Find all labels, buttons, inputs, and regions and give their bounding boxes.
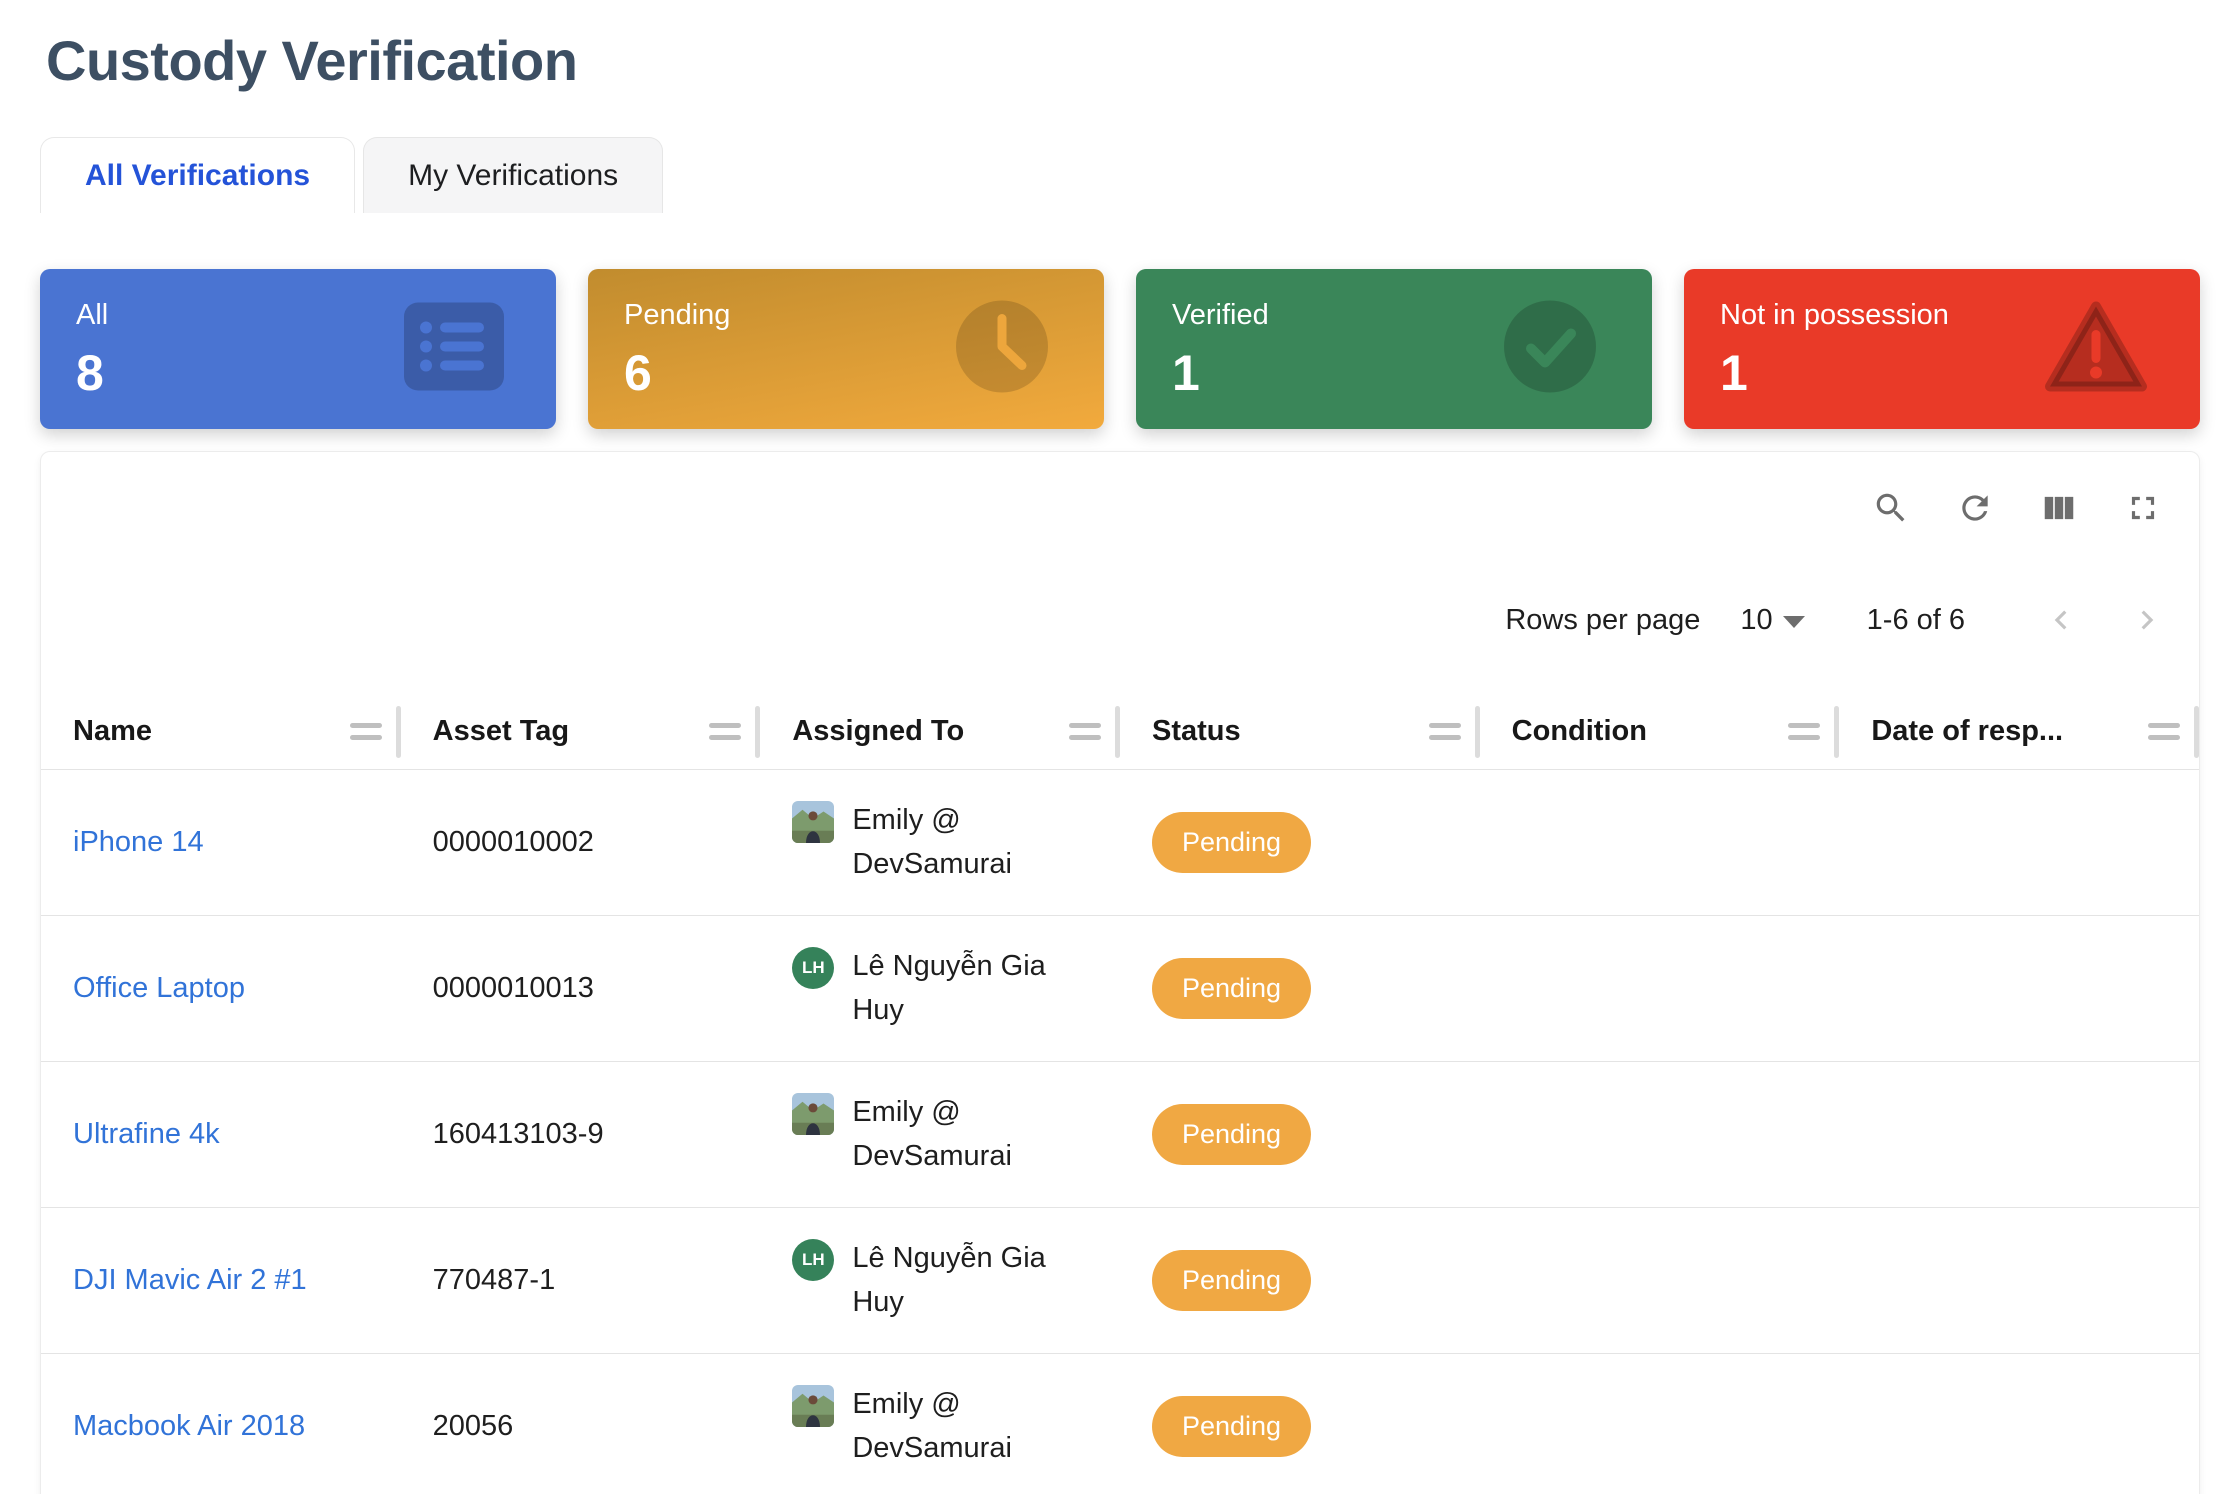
photo-avatar xyxy=(792,1385,834,1427)
column-header: Name xyxy=(41,694,401,769)
table-toolbar xyxy=(41,452,2199,528)
list-icon xyxy=(404,303,504,396)
asset-tag-cell: 770487-1 xyxy=(401,1264,761,1297)
column-header: Asset Tag xyxy=(401,694,761,769)
stat-card-pending[interactable]: Pending 6 xyxy=(588,269,1104,429)
asset-name-link[interactable]: Office Laptop xyxy=(73,972,245,1004)
column-header-label: Assigned To xyxy=(792,715,964,748)
custody-verification-page: Custody Verification All Verifications M… xyxy=(0,28,2240,1494)
column-header-label: Status xyxy=(1152,715,1241,748)
status-badge: Pending xyxy=(1152,1396,1311,1457)
pager-controls xyxy=(2041,600,2167,640)
fullscreen-icon[interactable] xyxy=(2123,488,2163,528)
column-header-label: Name xyxy=(73,715,152,748)
stat-card-all[interactable]: All 8 xyxy=(40,269,556,429)
column-header-label: Asset Tag xyxy=(433,715,569,748)
asset-name-link[interactable]: Macbook Air 2018 xyxy=(73,1410,305,1442)
status-badge: Pending xyxy=(1152,1250,1311,1311)
photo-avatar xyxy=(792,801,834,843)
asset-name-link[interactable]: Ultrafine 4k xyxy=(73,1118,220,1150)
warning-icon xyxy=(2044,301,2148,398)
status-cell: Pending xyxy=(1120,812,1480,873)
column-header: Date of resp... xyxy=(1839,694,2199,769)
name-cell: iPhone 14 xyxy=(41,826,401,859)
assigned-to-cell: Emily @ DevSamurai xyxy=(760,1091,1120,1178)
clock-icon xyxy=(952,297,1052,402)
check-icon xyxy=(1500,297,1600,402)
assigned-to-name: Lê Nguyễn Gia Huy xyxy=(852,1237,1057,1324)
initials-avatar: LH xyxy=(792,1239,834,1281)
pagination-range: 1-6 of 6 xyxy=(1867,604,1965,637)
name-cell: Ultrafine 4k xyxy=(41,1118,401,1151)
asset-name-link[interactable]: DJI Mavic Air 2 #1 xyxy=(73,1264,307,1296)
assigned-to-name: Emily @ DevSamurai xyxy=(852,1091,1057,1178)
verification-table-panel: Rows per page 10 1-6 of 6 Name Asset T xyxy=(40,451,2200,1494)
tab-my-verifications-label: My Verifications xyxy=(408,159,618,193)
rows-per-page-label: Rows per page xyxy=(1505,604,1700,637)
asset-name-link[interactable]: iPhone 14 xyxy=(73,826,204,858)
asset-tag-cell: 160413103-9 xyxy=(401,1118,761,1151)
status-badge: Pending xyxy=(1152,958,1311,1019)
tab-all-verifications[interactable]: All Verifications xyxy=(40,137,355,213)
table-row: Office Laptop 0000010013 LH Lê Nguyễn Gi… xyxy=(41,916,2199,1062)
assigned-to-cell: Emily @ DevSamurai xyxy=(760,799,1120,886)
name-cell: Office Laptop xyxy=(41,972,401,1005)
column-header: Assigned To xyxy=(760,694,1120,769)
page-title: Custody Verification xyxy=(46,28,2200,93)
assigned-to-cell: LH Lê Nguyễn Gia Huy xyxy=(760,1237,1120,1324)
status-badge: Pending xyxy=(1152,812,1311,873)
name-cell: Macbook Air 2018 xyxy=(41,1410,401,1443)
assigned-to-cell: Emily @ DevSamurai xyxy=(760,1383,1120,1470)
stat-cards: All 8 Pending 6 Verified xyxy=(40,269,2200,429)
stat-card-not-in-possession[interactable]: Not in possession 1 xyxy=(1684,269,2200,429)
initials-avatar: LH xyxy=(792,947,834,989)
previous-page-button[interactable] xyxy=(2041,600,2081,640)
stat-card-verified[interactable]: Verified 1 xyxy=(1136,269,1652,429)
tab-my-verifications[interactable]: My Verifications xyxy=(363,137,663,213)
table-row: DJI Mavic Air 2 #1 770487-1 LH Lê Nguyễn… xyxy=(41,1208,2199,1354)
table-row: Ultrafine 4k 160413103-9 Emily @ DevSamu… xyxy=(41,1062,2199,1208)
assigned-to-cell: LH Lê Nguyễn Gia Huy xyxy=(760,945,1120,1032)
column-header: Status xyxy=(1120,694,1480,769)
view-columns-icon[interactable] xyxy=(2039,488,2079,528)
column-drag-handle-icon[interactable] xyxy=(1429,723,1461,740)
chevron-down-icon xyxy=(1783,616,1805,628)
column-header: Condition xyxy=(1480,694,1840,769)
tab-all-verifications-label: All Verifications xyxy=(85,159,310,193)
next-page-button[interactable] xyxy=(2127,600,2167,640)
assigned-to-name: Lê Nguyễn Gia Huy xyxy=(852,945,1057,1032)
photo-avatar xyxy=(792,1093,834,1135)
column-drag-handle-icon[interactable] xyxy=(1788,723,1820,740)
status-cell: Pending xyxy=(1120,1250,1480,1311)
asset-tag-cell: 0000010002 xyxy=(401,826,761,859)
asset-tag-cell: 0000010013 xyxy=(401,972,761,1005)
name-cell: DJI Mavic Air 2 #1 xyxy=(41,1264,401,1297)
status-cell: Pending xyxy=(1120,958,1480,1019)
verification-table: Name Asset Tag Assigned To Status Condit… xyxy=(41,694,2199,1494)
rows-per-page-select[interactable]: 10 xyxy=(1740,604,1804,637)
column-header-label: Date of resp... xyxy=(1871,715,2063,748)
column-header-label: Condition xyxy=(1512,715,1647,748)
table-row: Macbook Air 2018 20056 Emily @ DevSamura… xyxy=(41,1354,2199,1494)
table-header-row: Name Asset Tag Assigned To Status Condit… xyxy=(41,694,2199,770)
column-separator xyxy=(2194,706,2199,758)
table-body: iPhone 14 0000010002 Emily @ DevSamurai … xyxy=(41,770,2199,1494)
status-cell: Pending xyxy=(1120,1104,1480,1165)
column-drag-handle-icon[interactable] xyxy=(2148,723,2180,740)
status-cell: Pending xyxy=(1120,1396,1480,1457)
status-badge: Pending xyxy=(1152,1104,1311,1165)
pagination-bar: Rows per page 10 1-6 of 6 xyxy=(41,600,2199,640)
table-row: iPhone 14 0000010002 Emily @ DevSamurai … xyxy=(41,770,2199,916)
column-drag-handle-icon[interactable] xyxy=(350,723,382,740)
column-drag-handle-icon[interactable] xyxy=(1069,723,1101,740)
search-icon[interactable] xyxy=(1871,488,1911,528)
rows-per-page-value: 10 xyxy=(1740,604,1772,637)
assigned-to-name: Emily @ DevSamurai xyxy=(852,799,1057,886)
column-drag-handle-icon[interactable] xyxy=(709,723,741,740)
refresh-icon[interactable] xyxy=(1955,488,1995,528)
assigned-to-name: Emily @ DevSamurai xyxy=(852,1383,1057,1470)
asset-tag-cell: 20056 xyxy=(401,1410,761,1443)
tab-bar: All Verifications My Verifications xyxy=(40,137,2200,213)
